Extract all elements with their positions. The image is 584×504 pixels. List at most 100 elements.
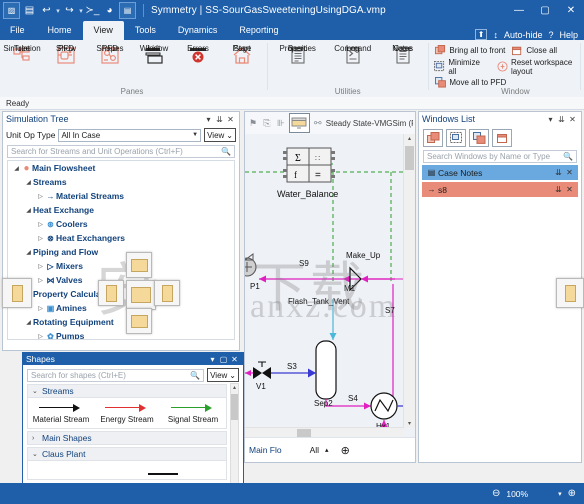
tree-node-streams[interactable]: ◢ Streams	[8, 175, 234, 189]
reset-workspace-layout-button[interactable]: Reset workspace layout	[494, 58, 577, 76]
pfd-vertical-scrollbar[interactable]: ▴ ▾	[403, 134, 415, 428]
dock-guide-top[interactable]	[126, 252, 152, 278]
pfd-bottom-tab-main-flowsheet[interactable]: Main Flo	[249, 445, 282, 455]
tree-node-material-streams[interactable]: ▷ → Material Streams	[8, 189, 234, 203]
app-logo-icon[interactable]: ▨	[3, 2, 20, 19]
zoom-in-icon[interactable]: ⊕	[568, 488, 576, 499]
console-icon[interactable]: ≻_	[85, 3, 100, 18]
pfd-vscroll-thumb[interactable]	[405, 146, 414, 170]
basic-properties-button[interactable]: Basic Properties	[271, 43, 325, 68]
save-icon[interactable]: ▤	[22, 3, 37, 18]
copy-flowsheet-icon[interactable]: ⎘	[261, 115, 273, 131]
expander-icon[interactable]: ◢	[12, 165, 21, 172]
simulation-tree-button[interactable]: Simulation Tree	[0, 43, 44, 68]
add-flowsheet-icon[interactable]: ⊕	[341, 444, 350, 457]
show-pfd-button[interactable]: Show PFD	[44, 43, 88, 68]
dock-guide-middle[interactable]	[126, 280, 156, 310]
dock-guide-left[interactable]	[98, 280, 124, 306]
command-log-button[interactable]: Command Log	[325, 43, 381, 68]
expander-icon[interactable]: ◢	[24, 179, 33, 186]
bring-all-front-button[interactable]	[423, 129, 443, 147]
simulation-tree-search-input[interactable]: Search for Streams and Unit Operations (…	[7, 145, 235, 158]
shapes-group-claus-plant[interactable]: ⌄ Claus Plant	[27, 447, 227, 461]
pfd-shapes-button[interactable]: PFD Shapes	[88, 43, 132, 68]
undo-icon[interactable]: ↩	[39, 3, 54, 18]
window-item-close-icon[interactable]: ✕	[564, 168, 575, 177]
expander-icon[interactable]: ▷	[36, 235, 45, 242]
shapes-search-input[interactable]: Search for shapes (Ctrl+E) 🔍	[27, 368, 205, 382]
claus-shape-item[interactable]	[148, 473, 178, 475]
windows-list-close-icon[interactable]: ✕	[567, 115, 578, 124]
tab-reporting[interactable]: Reporting	[228, 21, 289, 40]
case-notes-button[interactable]: Case Notes	[381, 43, 425, 68]
pfd-all-label[interactable]: All	[310, 445, 319, 455]
redo-icon[interactable]: ↪	[62, 3, 77, 18]
simulation-tree-pin-icon[interactable]: ⇊	[214, 115, 225, 124]
attach-icon[interactable]: ⚯	[312, 115, 324, 131]
undo-dropdown-icon[interactable]: ▾	[56, 7, 60, 15]
scroll-down-icon[interactable]: ▾	[404, 420, 415, 427]
errors-button[interactable]: Errors	[176, 43, 220, 68]
window-item-pin-icon[interactable]: ⇊	[553, 185, 564, 194]
zoom-out-icon[interactable]: ⊖	[492, 488, 500, 499]
expander-icon[interactable]: ▷	[36, 333, 45, 340]
dock-guide-center[interactable]	[96, 250, 180, 334]
pfd-hscroll-thumb[interactable]	[297, 429, 311, 437]
autohide-label[interactable]: Auto-hide	[504, 30, 543, 40]
tab-view[interactable]: View	[82, 21, 124, 40]
pfd-tab-title[interactable]: Steady State-VMGSim (Proc	[326, 119, 413, 128]
expander-icon[interactable]: ◢	[24, 249, 33, 256]
bring-all-to-front-button[interactable]: Bring all to front	[431, 43, 508, 58]
window-list-button[interactable]: Window List	[132, 43, 176, 68]
tab-tools[interactable]: Tools	[124, 21, 167, 40]
report-icon[interactable]: ▤	[119, 2, 136, 19]
window-item-pin-icon[interactable]: ⇊	[553, 168, 564, 177]
expander-icon[interactable]: ▷	[36, 221, 45, 228]
shapes-close-icon[interactable]: ✕	[229, 355, 240, 364]
move-all-pfd-button[interactable]	[469, 129, 489, 147]
active-window-button[interactable]	[288, 113, 310, 133]
dock-guide-bottom[interactable]	[126, 308, 152, 334]
shapes-scroll-thumb[interactable]	[231, 394, 238, 420]
shape-material-stream[interactable]: Material Stream	[28, 404, 94, 424]
shapes-vertical-scrollbar[interactable]: ▴ ▾	[230, 383, 239, 499]
simulation-tree-menu-icon[interactable]: ▾	[203, 115, 214, 124]
scroll-up-icon[interactable]: ▴	[231, 384, 238, 391]
simulation-tree-close-icon[interactable]: ✕	[225, 115, 236, 124]
pfd-canvas[interactable]: Σ ∷ f = Water_Balance S9 Make_Up P1 M1 F…	[245, 134, 415, 438]
paste-flowsheet-icon[interactable]: ⚑	[247, 115, 259, 131]
close-all-button[interactable]	[492, 129, 512, 147]
tab-dynamics[interactable]: Dynamics	[167, 21, 229, 40]
tree-node-heat-exchange[interactable]: ◢ Heat Exchange	[8, 203, 234, 217]
window-item-s8[interactable]: → s8 ⇊ ✕	[422, 182, 578, 197]
tab-home[interactable]: Home	[37, 21, 83, 40]
unit-op-type-select[interactable]: All In Case ▼	[58, 128, 202, 142]
expander-icon[interactable]: ▷	[36, 263, 45, 270]
expander-icon[interactable]: ▷	[36, 277, 45, 284]
windows-list-pin-icon[interactable]: ⇊	[556, 115, 567, 124]
shape-energy-stream[interactable]: Energy Stream	[94, 404, 160, 424]
windows-list-menu-icon[interactable]: ▾	[545, 115, 556, 124]
chevron-up-icon[interactable]: ▴	[325, 446, 329, 454]
dock-guide-edge-right[interactable]	[556, 278, 584, 308]
window-item-close-icon[interactable]: ✕	[564, 185, 575, 194]
expander-icon[interactable]: ▷	[36, 193, 45, 200]
tree-node-heat-exchangers[interactable]: ▷ ⊗ Heat Exchangers	[8, 231, 234, 245]
tab-file[interactable]: File	[0, 21, 37, 40]
shape-signal-stream[interactable]: Signal Stream	[160, 404, 226, 424]
close-all-button[interactable]: Close all	[508, 43, 560, 58]
scroll-up-icon[interactable]: ▴	[404, 135, 415, 142]
zoom-dropdown-icon[interactable]: ▾	[558, 490, 562, 498]
tree-node-coolers[interactable]: ▷ ⊛ Coolers	[8, 217, 234, 231]
pin-ribbon-icon[interactable]: ⬆	[474, 29, 488, 40]
close-button[interactable]: ✕	[558, 0, 584, 21]
shapes-view-button[interactable]: View ⌄	[207, 368, 239, 382]
shapes-menu-icon[interactable]: ▾	[207, 355, 218, 364]
expander-icon[interactable]: ▷	[36, 305, 45, 312]
flame-icon[interactable]: ◕	[102, 3, 117, 18]
shapes-group-main-shapes[interactable]: › Main Shapes	[27, 431, 227, 445]
window-item-case-notes[interactable]: ▤ Case Notes ⇊ ✕	[422, 165, 578, 180]
shapes-group-streams[interactable]: ⌄ Streams	[27, 384, 227, 398]
minimize-all-button[interactable]	[446, 129, 466, 147]
help-label[interactable]: Help	[559, 30, 578, 40]
